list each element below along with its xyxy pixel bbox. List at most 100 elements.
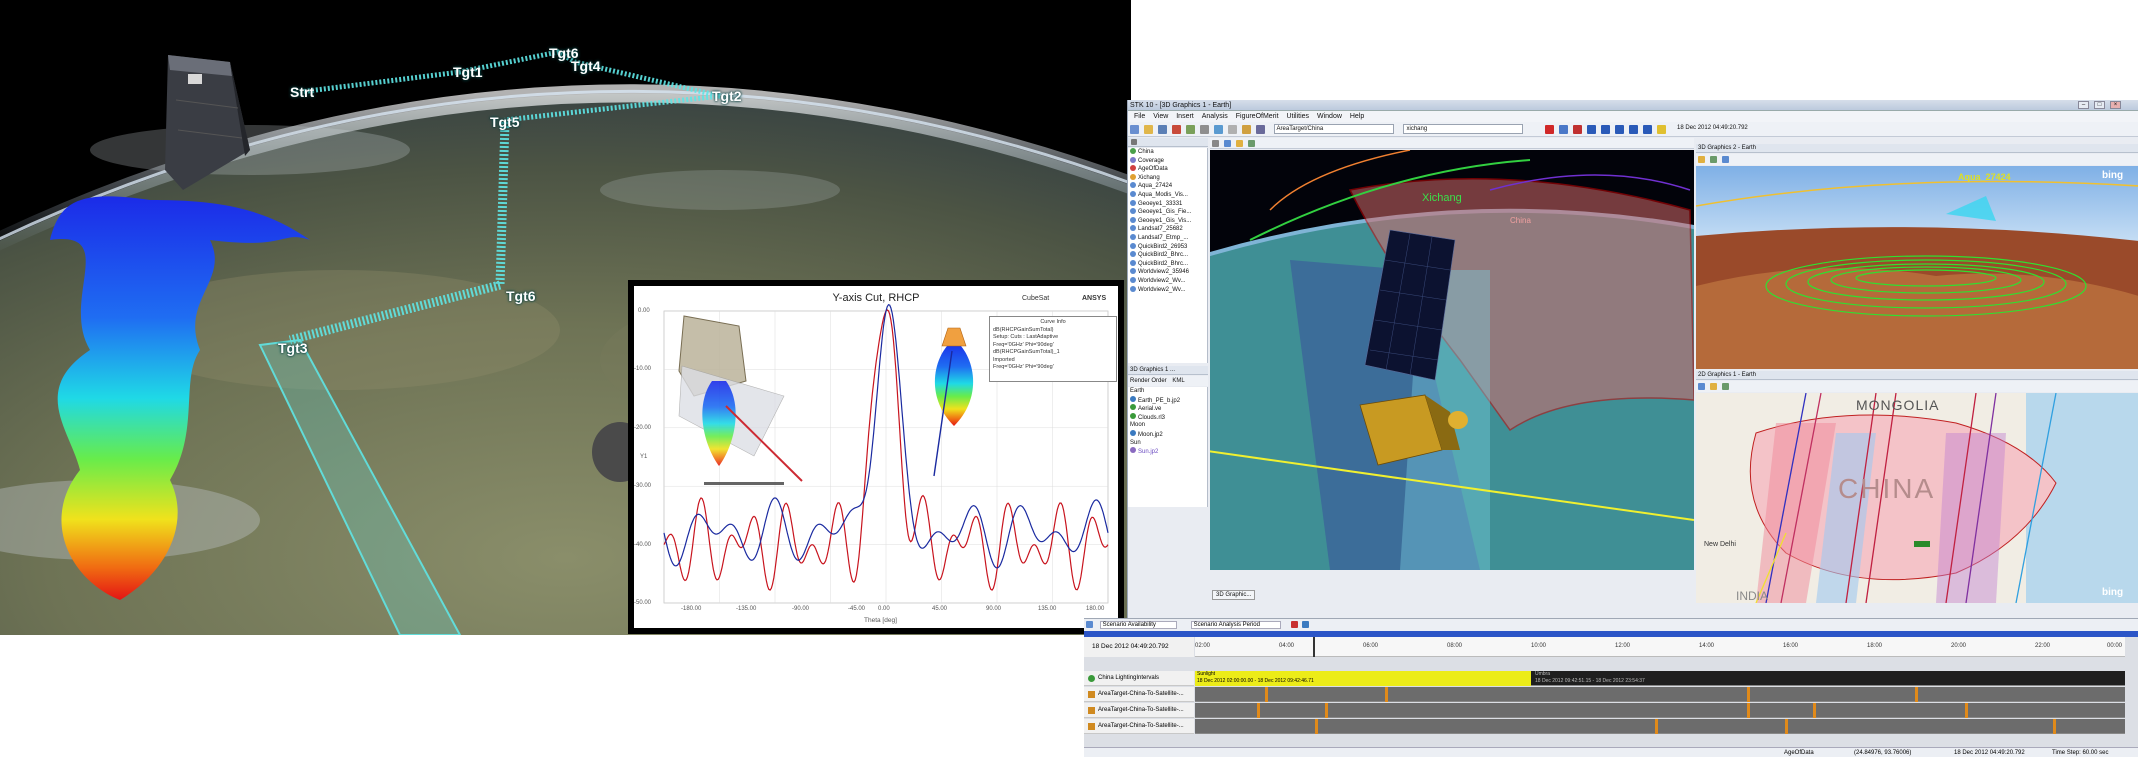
view3d-main[interactable]: Xichang China [1210, 150, 1694, 570]
tree-item-sensor[interactable]: Landsat7_Etmp_... [1128, 233, 1207, 243]
globe-icon[interactable] [1213, 125, 1223, 134]
home-view-icon[interactable] [1223, 140, 1231, 147]
properties-icon[interactable] [1241, 125, 1251, 134]
tree-item-satellite[interactable]: Geoeye1_33331 [1128, 199, 1207, 209]
pause-icon[interactable] [1601, 125, 1611, 134]
timeline-settings-icon[interactable] [1086, 621, 1093, 628]
menu-insert[interactable]: Insert [1176, 113, 1194, 120]
scenario-availability-dropdown[interactable]: Scenario Availability [1099, 621, 1177, 629]
access-icon [1088, 707, 1095, 714]
sunlight-interval[interactable]: Sunlight 18 Dec 2012 02:00:00.00 - 18 De… [1195, 671, 1531, 686]
tool-icon[interactable] [1171, 125, 1181, 134]
menu-view[interactable]: View [1153, 113, 1168, 120]
tree-item-satellite[interactable]: Aqua_27424 [1128, 182, 1207, 191]
zoom-icon[interactable] [1235, 140, 1243, 147]
tree-item-sensor[interactable]: Worldview2_Wv... [1128, 285, 1207, 295]
access-interval[interactable] [1315, 719, 1318, 734]
tree2-item-sun[interactable]: Sun [1128, 439, 1207, 448]
tree-item-coverage[interactable]: Coverage [1128, 156, 1207, 166]
open-folder-icon[interactable] [1143, 125, 1153, 134]
tab-kml[interactable]: KML [1172, 378, 1184, 384]
tree2-item-moon[interactable]: Moon [1128, 421, 1207, 430]
time-slider-handle[interactable] [1313, 637, 1315, 657]
access-interval[interactable] [1385, 687, 1388, 702]
delete-icon[interactable] [1290, 621, 1298, 628]
tree-item-satellite[interactable]: Worldview2_35946 [1128, 268, 1207, 277]
timeline-row-lighting[interactable]: China LightingIntervals Sunlight 18 Dec … [1084, 671, 2138, 686]
access-interval[interactable] [1265, 687, 1268, 702]
view-tool-icon[interactable] [1212, 140, 1219, 147]
tree-item-sensor[interactable]: Geoeye1_Gis_Fie... [1128, 208, 1207, 217]
view2d-map[interactable]: MONGOLIA CHINA INDIA New Delhi bing [1696, 393, 2138, 603]
help-icon[interactable] [1302, 621, 1310, 628]
access-interval[interactable] [2053, 719, 2056, 734]
view-from-icon[interactable] [1721, 156, 1729, 163]
faster-icon[interactable] [1643, 125, 1653, 134]
reset-icon[interactable] [1559, 125, 1569, 134]
tree2-item-earth-imagery[interactable]: Earth_PE_b.jp2 [1128, 395, 1207, 405]
search-input[interactable]: xichang [1403, 124, 1524, 134]
play-icon[interactable] [1615, 125, 1625, 134]
access-interval[interactable] [1813, 703, 1816, 718]
tree2-item-earth[interactable]: Earth [1128, 387, 1207, 396]
pan-icon[interactable] [1709, 383, 1717, 390]
menu-file[interactable]: File [1134, 113, 1145, 120]
save-icon[interactable] [1157, 125, 1167, 134]
tree-item-satellite[interactable]: Landsat7_25682 [1128, 225, 1207, 234]
tree2-item-sun-imagery[interactable]: Sun.jp2 [1128, 447, 1207, 456]
zoom-icon[interactable] [1698, 383, 1705, 390]
graph-icon[interactable] [1199, 125, 1209, 134]
object-selector[interactable]: AreaTarget/China [1273, 124, 1394, 134]
access-interval[interactable] [1325, 703, 1328, 718]
access-interval[interactable] [1915, 687, 1918, 702]
delete-icon[interactable] [1545, 125, 1555, 134]
access-interval[interactable] [1747, 703, 1750, 718]
tree2-item-aerial[interactable]: Aerial.ve [1128, 404, 1207, 413]
menu-utilities[interactable]: Utilities [1286, 113, 1309, 120]
tree2-item-clouds[interactable]: Clouds.rl3 [1128, 412, 1207, 422]
view3d2-main[interactable]: Aqua_27424 bing [1696, 166, 2138, 369]
browser-tool-icon[interactable] [1131, 139, 1137, 145]
scenario-analysis-period-dropdown[interactable]: Scenario Analysis Period [1190, 621, 1281, 629]
timeline-row-access-3[interactable]: AreaTarget-China-To-Satellite-... [1084, 719, 2138, 734]
access-interval[interactable] [1257, 703, 1260, 718]
timeline-row-access-2[interactable]: AreaTarget-China-To-Satellite-... [1084, 703, 2138, 718]
map-icon[interactable] [1227, 125, 1237, 134]
menu-analysis[interactable]: Analysis [1202, 113, 1228, 120]
tree-item-sensor[interactable]: QuickBird2_Bhrc... [1128, 259, 1207, 269]
step-forward-icon[interactable] [1629, 125, 1639, 134]
zoom-icon[interactable] [1698, 156, 1705, 163]
tree-item-china[interactable]: China [1128, 148, 1207, 157]
step-back-icon[interactable] [1573, 125, 1583, 134]
new-scenario-icon[interactable] [1130, 125, 1139, 134]
minimize-button[interactable]: – [2078, 101, 2089, 109]
tree-item-sensor[interactable]: Geoeye1_Gis_Vis... [1128, 216, 1207, 226]
tab-render-order[interactable]: Render Order [1130, 378, 1167, 384]
access-interval[interactable] [1747, 687, 1750, 702]
legend-line-2: Setup: Cuts : LastAdaptive [993, 334, 1059, 340]
menu-figure-of-merit[interactable]: FigureOfMerit [1236, 113, 1279, 120]
report-icon[interactable] [1185, 125, 1195, 134]
tree-item-xichang[interactable]: Xichang [1128, 173, 1207, 183]
tree-item-satellite[interactable]: QuickBird2_26953 [1128, 242, 1207, 252]
maximize-button[interactable]: □ [2094, 101, 2105, 109]
view-from-icon[interactable] [1247, 140, 1255, 147]
home-view-icon[interactable] [1721, 383, 1729, 390]
home-view-icon[interactable] [1709, 156, 1717, 163]
access-interval[interactable] [1965, 703, 1968, 718]
tab-3d-graphics[interactable]: 3D Graphic... [1212, 590, 1256, 600]
tree-item-sensor[interactable]: QuickBird2_Bhrc... [1128, 251, 1207, 260]
tree-item-sensor[interactable]: Worldview2_Wv... [1128, 276, 1207, 286]
access-interval[interactable] [1785, 719, 1788, 734]
play-back-icon[interactable] [1587, 125, 1597, 134]
analysis-icon[interactable] [1255, 125, 1265, 134]
tree2-item-moon-imagery[interactable]: Moon.jp2 [1128, 429, 1207, 439]
timeline-row-access-1[interactable]: AreaTarget-China-To-Satellite-... [1084, 687, 2138, 702]
menu-help[interactable]: Help [1350, 113, 1364, 120]
realtime-icon[interactable] [1657, 125, 1667, 134]
close-window-button[interactable]: × [2110, 101, 2121, 109]
access-interval[interactable] [1655, 719, 1658, 734]
tree-item-sensor[interactable]: Aqua_Modis_Vis... [1128, 190, 1207, 200]
menu-window[interactable]: Window [1317, 113, 1342, 120]
tree-item-age-of-data[interactable]: AgeOfData [1128, 165, 1207, 174]
